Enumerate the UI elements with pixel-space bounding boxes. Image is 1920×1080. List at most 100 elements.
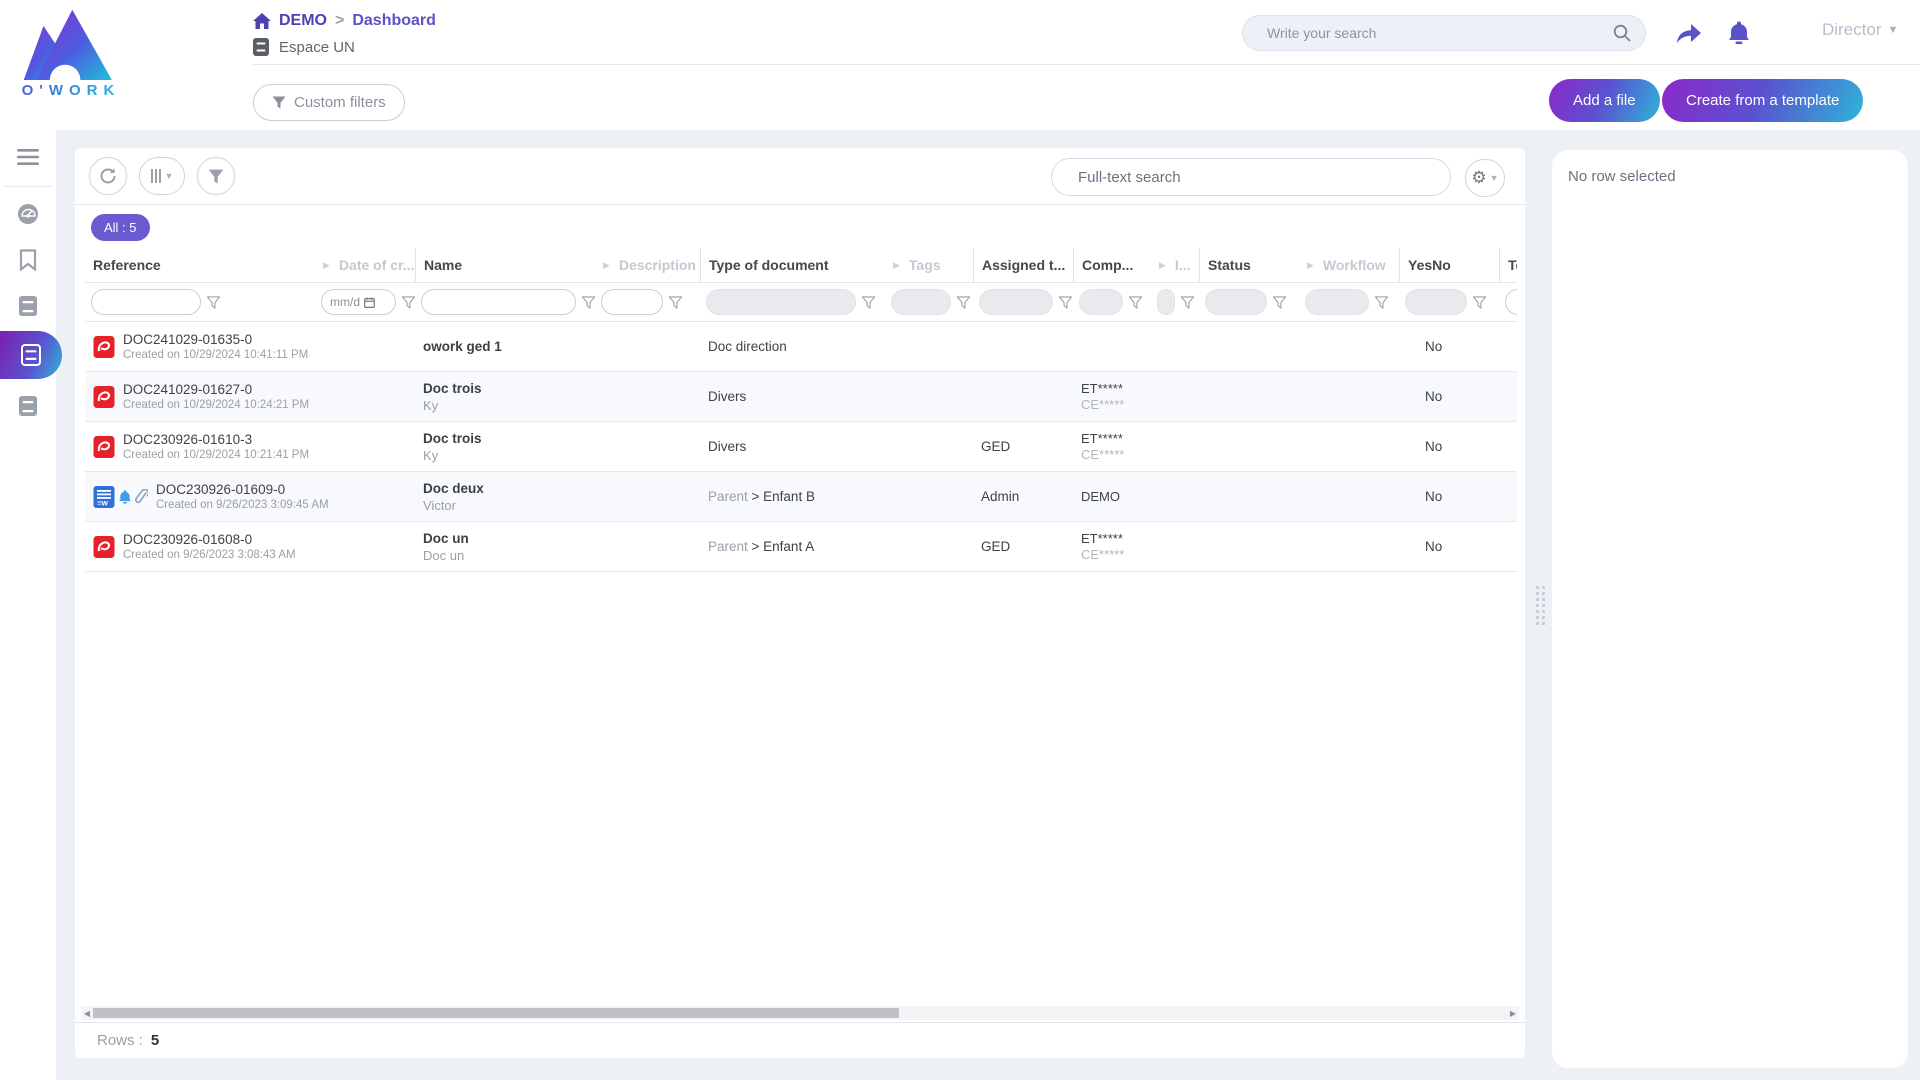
column-header-3[interactable]: Name xyxy=(415,248,595,282)
column-filter-6 xyxy=(885,283,973,321)
table-row[interactable]: ≡w DOC230926-01609-0 Created on 9/26/2023 … xyxy=(85,472,1517,522)
filter-funnel-icon[interactable] xyxy=(207,296,220,309)
column-header-9[interactable]: ▶I... xyxy=(1151,248,1199,282)
column-label: Comp... xyxy=(1082,257,1133,273)
app-logo[interactable]: O'WORK xyxy=(16,8,126,99)
row-name: Doc deux xyxy=(423,481,484,496)
custom-filters-button[interactable]: Custom filters xyxy=(253,84,405,121)
book-icon xyxy=(18,295,38,317)
sidebar-item-dashboard[interactable] xyxy=(0,195,56,233)
sidebar-item-documents-active[interactable] xyxy=(0,331,62,379)
add-file-button[interactable]: Add a file xyxy=(1549,79,1660,122)
column-label: I... xyxy=(1175,257,1191,273)
filter-funnel-icon[interactable] xyxy=(1375,296,1388,309)
row-yesno: No xyxy=(1399,372,1499,421)
row-name: owork ged 1 xyxy=(423,339,502,354)
column-filter-11 xyxy=(1299,283,1399,321)
global-search-input[interactable] xyxy=(1267,25,1613,41)
row-assigned: GED xyxy=(973,522,1073,571)
user-role-menu[interactable]: Director ▼ xyxy=(1822,20,1898,40)
top-header: O'WORK DEMO > Dashboard Espace UN Direct… xyxy=(0,0,1920,130)
column-label: Date of cr... xyxy=(339,257,414,273)
share-button[interactable] xyxy=(1672,18,1706,48)
column-header-8[interactable]: Comp... xyxy=(1073,248,1151,282)
filter-input[interactable] xyxy=(1505,289,1517,315)
column-header-13[interactable]: Texte xyxy=(1499,248,1517,282)
filter-funnel-icon[interactable] xyxy=(1129,296,1142,309)
columns-button[interactable]: ▼ xyxy=(139,157,185,195)
sidebar-item-archives[interactable] xyxy=(0,387,56,425)
filter-button[interactable] xyxy=(197,157,235,195)
row-company: ET*****CE***** xyxy=(1073,522,1151,571)
panel-drag-handle[interactable] xyxy=(1536,586,1545,625)
calendar-icon[interactable] xyxy=(364,297,375,308)
column-header-10[interactable]: Status xyxy=(1199,248,1299,282)
filter-input[interactable] xyxy=(601,289,663,315)
column-header-2[interactable]: ▶Date of cr... xyxy=(315,248,415,282)
column-header-4[interactable]: ▶Description xyxy=(595,248,700,282)
scrollbar-thumb[interactable] xyxy=(93,1008,899,1018)
all-count-badge[interactable]: All : 5 xyxy=(91,214,150,241)
breadcrumb-current[interactable]: Dashboard xyxy=(352,12,436,30)
sidebar-item-library[interactable] xyxy=(0,287,56,325)
column-header-6[interactable]: ▶Tags xyxy=(885,248,973,282)
svg-text:≡w: ≡w xyxy=(97,498,109,507)
filter-funnel-icon[interactable] xyxy=(957,296,970,309)
column-filter-5 xyxy=(700,283,885,321)
row-name-sub: Victor xyxy=(423,498,456,513)
fulltext-search-input[interactable] xyxy=(1078,169,1432,186)
home-icon[interactable] xyxy=(253,13,271,29)
filter-funnel-icon[interactable] xyxy=(1273,296,1286,309)
filter-funnel-icon[interactable] xyxy=(1181,296,1194,309)
column-header-12[interactable]: YesNo xyxy=(1399,248,1499,282)
column-header-1[interactable]: Reference xyxy=(85,248,315,282)
column-header-5[interactable]: Type of document xyxy=(700,248,885,282)
sidebar-menu-toggle[interactable] xyxy=(0,138,56,176)
horizontal-scrollbar[interactable]: ◀ ▶ xyxy=(81,1006,1519,1020)
search-icon[interactable] xyxy=(1613,24,1631,42)
filter-input[interactable] xyxy=(421,289,576,315)
filter-funnel-icon[interactable] xyxy=(582,296,595,309)
book-icon-active xyxy=(21,344,41,366)
filter-funnel-icon[interactable] xyxy=(862,296,875,309)
column-label: Status xyxy=(1208,257,1251,273)
scroll-right-icon[interactable]: ▶ xyxy=(1507,1009,1519,1018)
scroll-left-icon[interactable]: ◀ xyxy=(81,1009,93,1018)
columns-icon xyxy=(151,169,161,183)
filter-input-disabled xyxy=(979,289,1053,315)
table-row[interactable]: DOC241029-01635-0Created on 10/29/2024 1… xyxy=(85,322,1517,372)
table-row[interactable]: DOC241029-01627-0Created on 10/29/2024 1… xyxy=(85,372,1517,422)
filter-funnel-icon[interactable] xyxy=(1473,296,1486,309)
column-filter-1 xyxy=(85,283,315,321)
filter-funnel-icon[interactable] xyxy=(1059,296,1072,309)
column-header-11[interactable]: ▶Workflow xyxy=(1299,248,1399,282)
filter-funnel-icon[interactable] xyxy=(669,296,682,309)
column-filter-12 xyxy=(1399,283,1499,321)
sidebar-item-bookmarks[interactable] xyxy=(0,241,56,279)
filter-input[interactable] xyxy=(91,289,201,315)
row-company: ET*****CE***** xyxy=(1073,422,1151,471)
column-label: Tags xyxy=(909,257,941,273)
row-created-date: Created on 9/26/2023 3:09:45 AM xyxy=(156,499,329,511)
sidebar-divider xyxy=(4,186,52,187)
row-name-sub: Doc un xyxy=(423,548,464,563)
filter-funnel-icon[interactable] xyxy=(402,296,415,309)
notifications-button[interactable] xyxy=(1722,18,1756,48)
table-toolbar: ▼ ⚙ ▼ xyxy=(75,148,1525,205)
scrollbar-track[interactable] xyxy=(93,1007,1507,1019)
breadcrumb: DEMO > Dashboard xyxy=(253,12,436,30)
row-reference: DOC230926-01610-3 xyxy=(123,432,309,447)
date-filter-input[interactable]: mm/d xyxy=(321,289,396,315)
chevron-down-icon: ▼ xyxy=(165,171,174,181)
breadcrumb-root[interactable]: DEMO xyxy=(279,12,327,30)
table-row[interactable]: DOC230926-01608-0Created on 9/26/2023 3:… xyxy=(85,522,1517,572)
column-label: Reference xyxy=(93,257,161,273)
table-row[interactable]: DOC230926-01610-3Created on 10/29/2024 1… xyxy=(85,422,1517,472)
table-settings-button[interactable]: ⚙ ▼ xyxy=(1465,159,1505,197)
row-reference: DOC230926-01609-0 xyxy=(156,482,329,497)
refresh-button[interactable] xyxy=(89,157,127,195)
create-from-template-button[interactable]: Create from a template xyxy=(1662,79,1863,122)
column-header-7[interactable]: Assigned t... xyxy=(973,248,1073,282)
fulltext-search xyxy=(1051,158,1451,196)
row-type: Divers xyxy=(700,422,885,471)
